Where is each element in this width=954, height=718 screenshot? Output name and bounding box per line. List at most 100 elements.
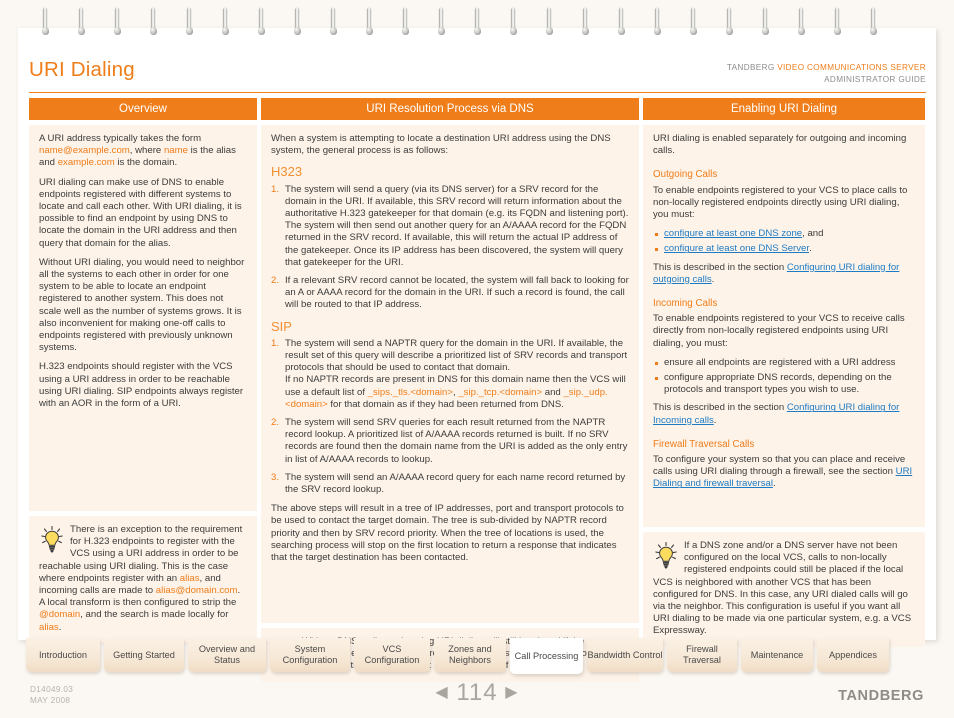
tab-label: Getting Started <box>113 649 175 660</box>
tab-label: VCS Configuration <box>364 644 420 665</box>
h323-step-2: 2. If a relevant SRV record cannot be loc… <box>271 275 629 312</box>
outgoing-bullets: configure at least one DNS zone, and con… <box>653 228 915 255</box>
list-item: configure at least one DNS zone, and <box>653 228 915 240</box>
ov-tip-g: , and the search is made locally for <box>80 609 229 621</box>
step-number: 3. <box>271 471 280 483</box>
sip-step-1f: and <box>542 386 564 398</box>
tip-box-enabling: If a DNS zone and/or a DNS server have n… <box>643 532 925 647</box>
outgoing-reference: This is described in the section Configu… <box>653 262 915 286</box>
tandberg-logo: TANDBERG <box>838 688 924 704</box>
bullet-tail: , and <box>802 228 824 240</box>
tab-label: Zones and Neighbors <box>448 644 492 665</box>
enabling-intro: URI dialing is enabled separately for ou… <box>653 133 907 157</box>
banner-resolution: URI Resolution Process via DNS <box>261 98 639 120</box>
column-overview: Overview A URI address typically takes t… <box>29 98 257 643</box>
heading-h323: H323 <box>271 164 303 180</box>
tip-text-enabling: If a DNS zone and/or a DNS server have n… <box>653 540 912 637</box>
sip-step-2: 2. The system will send SRV queries for e… <box>271 417 629 466</box>
tab-appendices[interactable]: Appendices <box>817 638 889 672</box>
brand-product: VIDEO COMMUNICATIONS SERVER <box>777 63 926 72</box>
tab-call-processing[interactable]: Call Processing <box>510 638 583 674</box>
ov-tip-f: @domain <box>39 609 81 621</box>
banner-enabling: Enabling URI Dialing <box>643 98 925 120</box>
sip-step-1: 1. The system will send a NAPTR query for… <box>271 338 629 411</box>
tab-label: Appendices <box>828 649 877 660</box>
sip-default-sips-tls: _sips._tls.<domain> <box>367 386 453 398</box>
overview-panel: A URI address typically takes the form n… <box>29 125 257 511</box>
incoming-reference: This is described in the section Configu… <box>653 402 915 426</box>
tab-firewall-traversal[interactable]: Firewall Traversal <box>667 638 737 672</box>
link-configure-dns-server[interactable]: configure at least one DNS Server <box>664 243 809 254</box>
heading-incoming-calls: Incoming Calls <box>653 298 718 310</box>
firewall-suffix: . <box>772 478 776 490</box>
ov-p1g: is the domain. <box>114 157 178 169</box>
ov-p1b: name@example.com <box>39 145 130 157</box>
heading-firewall-traversal-calls: Firewall Traversal Calls <box>653 438 755 450</box>
tab-label: Call Processing <box>514 650 579 661</box>
list-item: configure appropriate DNS records, depen… <box>653 372 915 396</box>
overview-paragraph-1: A URI address typically takes the form n… <box>39 133 247 170</box>
lightbulb-icon <box>655 541 677 569</box>
heading-sip: SIP <box>271 318 292 334</box>
incoming-bullets: ensure all endpoints are registered with… <box>653 357 915 397</box>
overview-paragraph-4: H.323 endpoints should register with the… <box>39 361 244 410</box>
step-number: 2. <box>271 275 280 287</box>
brand-prefix: TANDBERG <box>726 63 778 72</box>
enabling-panel: URI dialing is enabled separately for ou… <box>643 125 925 527</box>
tab-introduction[interactable]: Introduction <box>26 638 100 672</box>
bullet-tail: . <box>809 243 812 255</box>
pager: ◀ 114 ▶ <box>0 679 954 707</box>
tab-system-configuration[interactable]: System Configuration <box>270 638 350 672</box>
tab-vcs-configuration[interactable]: VCS Configuration <box>354 638 430 672</box>
column-resolution: URI Resolution Process via DNS When a sy… <box>261 98 639 682</box>
ov-p1f: example.com <box>57 157 115 169</box>
firewall-paragraph: To configure your system so that you can… <box>653 454 915 491</box>
lightbulb-icon <box>41 525 63 553</box>
ov-tip-i: . <box>58 621 62 633</box>
brand-subtitle: ADMINISTRATOR GUIDE <box>824 74 926 84</box>
h323-step-1-text: The system will send a query (via its DN… <box>285 183 629 268</box>
tab-bandwidth-control[interactable]: Bandwidth Control <box>587 638 663 672</box>
tab-maintenance[interactable]: Maintenance <box>741 638 813 672</box>
section-tabs: Introduction Getting Started Overview and … <box>18 638 936 674</box>
sip-step-2-text: The system will send SRV queries for eac… <box>285 417 628 465</box>
step-number: 1. <box>271 337 280 349</box>
h323-step-1: 1. The system will send a query (via its … <box>271 184 629 269</box>
list-item: ensure all endpoints are registered with… <box>653 357 915 369</box>
overview-paragraph-3: Without URI dialing, you would need to n… <box>39 256 245 354</box>
outgoing-ref-prefix: This is described in the section <box>653 261 787 273</box>
tab-label: Introduction <box>38 649 87 660</box>
ov-p1c: , where <box>129 145 164 157</box>
tab-getting-started[interactable]: Getting Started <box>104 638 184 672</box>
tab-label: Overview and Status <box>198 644 256 665</box>
next-page-arrow[interactable]: ▶ <box>505 684 518 701</box>
tip-box-overview: There is an exception to the requirement… <box>29 516 257 643</box>
sip-default-sip-tcp: _sip._tcp.<domain> <box>458 386 543 398</box>
firewall-prefix: To configure your system so that you can… <box>653 454 906 478</box>
tab-overview-and-status[interactable]: Overview and Status <box>188 638 266 672</box>
tab-label: Firewall Traversal <box>683 644 721 665</box>
h323-step-2-text: If a relevant SRV record cannot be locat… <box>285 275 629 311</box>
tab-zones-and-neighbors[interactable]: Zones and Neighbors <box>434 638 506 672</box>
prev-page-arrow[interactable]: ◀ <box>435 684 448 701</box>
outgoing-paragraph: To enable endpoints registered to your V… <box>653 184 908 221</box>
step-number: 1. <box>271 183 280 195</box>
header-rule <box>29 92 926 93</box>
page-title: URI Dialing <box>29 58 135 81</box>
document-page: URI Dialing TANDBERG VIDEO COMMUNICATION… <box>18 28 936 682</box>
incoming-paragraph: To enable endpoints registered to your V… <box>653 313 905 349</box>
sip-step-1h: for that domain as if they had been retu… <box>327 398 564 410</box>
link-configure-dns-zone[interactable]: configure at least one DNS zone <box>664 228 802 239</box>
tip-text-overview: There is an exception to the requirement… <box>39 524 247 634</box>
page-number: 114 <box>456 679 498 706</box>
overview-paragraph-2: URI dialing can make use of DNS to enabl… <box>39 176 242 249</box>
outgoing-ref-suffix: . <box>711 273 715 285</box>
banner-overview: Overview <box>29 98 257 120</box>
sip-step-3-text: The system will send an A/AAAA record qu… <box>285 471 626 496</box>
ov-tip-d: alias@domain.com <box>155 585 238 597</box>
resolution-panel: When a system is attempting to locate a … <box>261 125 639 623</box>
tab-label: Maintenance <box>750 649 804 660</box>
sip-step-3: 3. The system will send an A/AAAA record … <box>271 472 629 496</box>
sip-step-1a: The system will send a NAPTR query for t… <box>285 337 628 374</box>
tab-label: System Configuration <box>282 644 338 665</box>
